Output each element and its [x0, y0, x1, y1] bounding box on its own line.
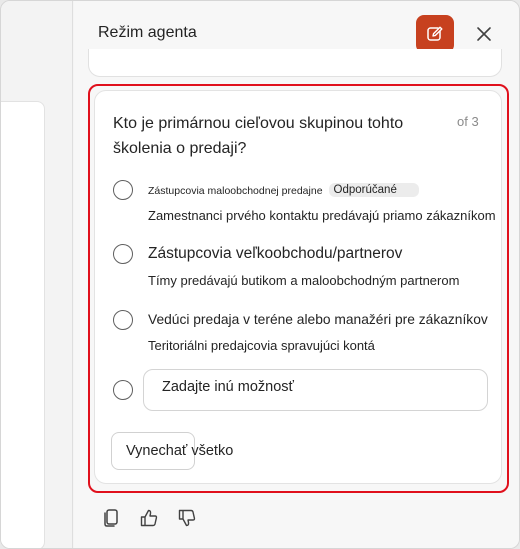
agent-side-panel: Režim agenta Kto je primárnou cieľovou s…	[74, 1, 519, 548]
close-button[interactable]	[469, 19, 499, 49]
thumbs-down-button[interactable]	[176, 507, 198, 529]
panel-title: Režim agenta	[98, 24, 197, 41]
new-chat-button[interactable]	[416, 15, 454, 53]
highlight-frame	[88, 84, 509, 493]
app-window: Režim agenta Kto je primárnou cieľovou s…	[0, 0, 520, 549]
compose-icon	[427, 26, 443, 41]
document-pane	[1, 1, 73, 548]
thumbs-up-icon	[140, 509, 158, 527]
previous-message-card	[88, 49, 502, 77]
copy-button[interactable]	[100, 507, 122, 529]
thumbs-down-icon	[178, 509, 196, 527]
document-page	[1, 101, 45, 548]
thumbs-up-button[interactable]	[138, 507, 160, 529]
copy-icon	[104, 509, 118, 527]
close-icon	[477, 27, 491, 41]
